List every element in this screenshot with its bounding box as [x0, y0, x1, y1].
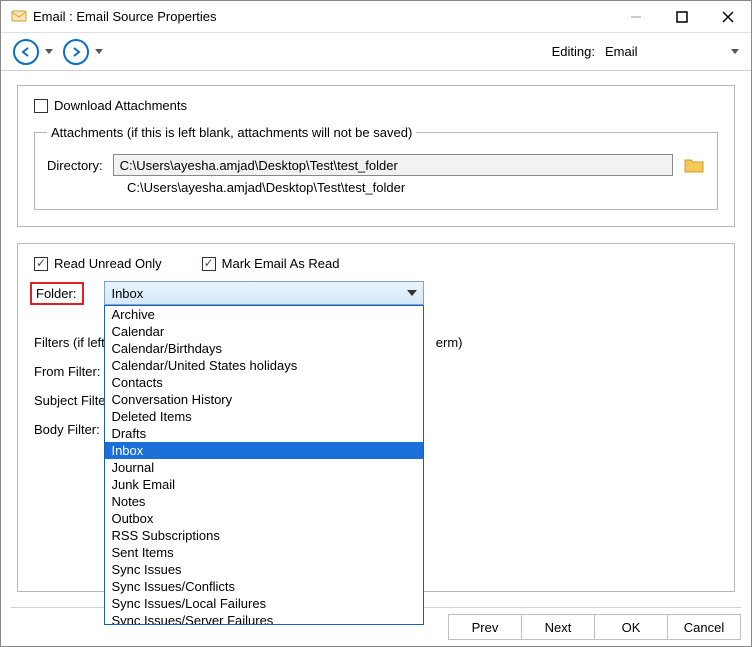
back-dropdown-icon[interactable]: [45, 49, 53, 54]
download-attachments-label: Download Attachments: [54, 98, 187, 113]
folder-option[interactable]: Conversation History: [105, 391, 423, 408]
filters-legend-suffix: erm): [436, 335, 463, 350]
prev-button[interactable]: Prev: [448, 614, 522, 640]
forward-dropdown-icon[interactable]: [95, 49, 103, 54]
folder-option[interactable]: Drafts: [105, 425, 423, 442]
directory-path-text: C:\Users\ayesha.amjad\Desktop\Test\test_…: [127, 180, 705, 195]
download-attachments-checkbox[interactable]: Download Attachments: [34, 98, 187, 113]
checkbox-box: [202, 257, 216, 271]
back-button[interactable]: [13, 39, 39, 65]
close-button[interactable]: [705, 1, 751, 33]
folder-option[interactable]: Inbox: [105, 442, 423, 459]
browse-folder-button[interactable]: [683, 156, 705, 174]
folder-dropdown-list[interactable]: ArchiveCalendarCalendar/BirthdaysCalenda…: [104, 305, 424, 625]
cancel-button[interactable]: Cancel: [667, 614, 741, 640]
minimize-button[interactable]: [613, 1, 659, 33]
app-icon: [11, 7, 27, 26]
folder-selected-value: Inbox: [111, 286, 143, 301]
checkbox-box: [34, 257, 48, 271]
checkbox-row: Read Unread Only Mark Email As Read: [34, 256, 718, 271]
editing-group: Editing: Email: [552, 42, 739, 61]
folder-combobox[interactable]: Inbox ArchiveCalendarCalendar/BirthdaysC…: [104, 281, 424, 305]
attachments-fieldset: Attachments (if this is left blank, atta…: [34, 125, 718, 210]
editing-dropdown-icon[interactable]: [731, 49, 739, 54]
folder-option[interactable]: Calendar/United States holidays: [105, 357, 423, 374]
folder-option[interactable]: Deleted Items: [105, 408, 423, 425]
checkbox-box: [34, 99, 48, 113]
folder-option[interactable]: Sync Issues: [105, 561, 423, 578]
folder-option[interactable]: Calendar: [105, 323, 423, 340]
folder-option[interactable]: Calendar/Birthdays: [105, 340, 423, 357]
folder-option[interactable]: Outbox: [105, 510, 423, 527]
nav-row: Editing: Email: [1, 33, 751, 71]
folder-label: Folder:: [30, 282, 84, 305]
editing-value[interactable]: Email: [603, 42, 723, 61]
folder-option[interactable]: Sent Items: [105, 544, 423, 561]
directory-row: Directory:: [47, 154, 705, 176]
folder-row: Folder: Inbox ArchiveCalendarCalendar/Bi…: [34, 281, 718, 305]
next-button[interactable]: Next: [521, 614, 595, 640]
mark-read-checkbox[interactable]: Mark Email As Read: [202, 256, 340, 271]
forward-button[interactable]: [63, 39, 89, 65]
folder-option[interactable]: Notes: [105, 493, 423, 510]
ok-button[interactable]: OK: [594, 614, 668, 640]
window-title: Email : Email Source Properties: [33, 9, 217, 24]
mark-read-label: Mark Email As Read: [222, 256, 340, 271]
folder-option[interactable]: Archive: [105, 306, 423, 323]
folder-option[interactable]: RSS Subscriptions: [105, 527, 423, 544]
attachments-panel: Download Attachments Attachments (if thi…: [17, 85, 735, 227]
folder-option[interactable]: Sync Issues/Local Failures: [105, 595, 423, 612]
attachments-legend: Attachments (if this is left blank, atta…: [47, 125, 416, 140]
read-unread-label: Read Unread Only: [54, 256, 162, 271]
folder-option[interactable]: Junk Email: [105, 476, 423, 493]
directory-label: Directory:: [47, 158, 103, 173]
chevron-down-icon: [407, 290, 417, 296]
maximize-button[interactable]: [659, 1, 705, 33]
content-area: Download Attachments Attachments (if thi…: [1, 71, 751, 592]
folder-option[interactable]: Journal: [105, 459, 423, 476]
titlebar: Email : Email Source Properties: [1, 1, 751, 33]
folder-option[interactable]: Contacts: [105, 374, 423, 391]
directory-input[interactable]: [113, 154, 673, 176]
read-unread-checkbox[interactable]: Read Unread Only: [34, 256, 162, 271]
editing-label: Editing:: [552, 44, 595, 59]
folder-option[interactable]: Sync Issues/Conflicts: [105, 578, 423, 595]
folder-option[interactable]: Sync Issues/Server Failures: [105, 612, 423, 625]
options-panel: Read Unread Only Mark Email As Read Fold…: [17, 243, 735, 592]
